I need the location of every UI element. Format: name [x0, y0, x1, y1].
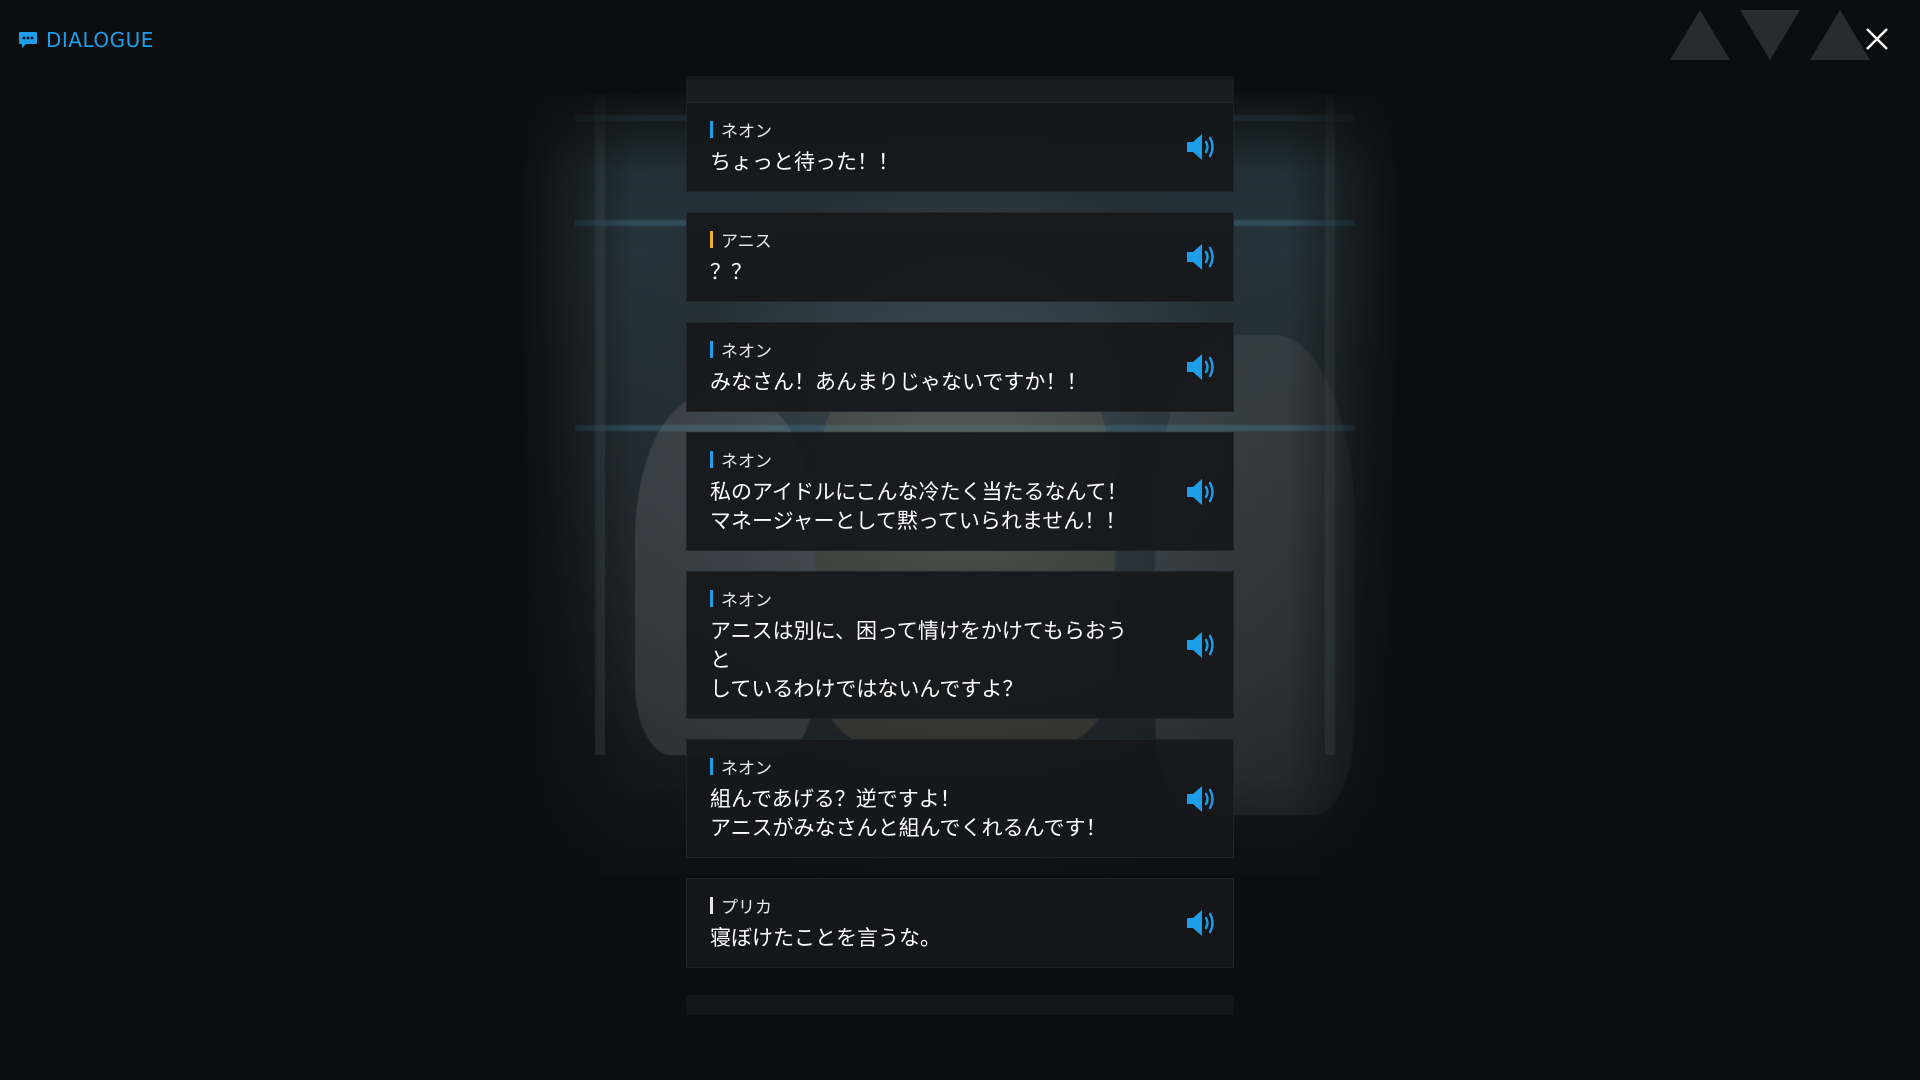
dialogue-title-label: DIALOGUE: [46, 28, 154, 52]
dialogue-text: ちょっと待った！！: [710, 150, 899, 174]
dialogue-card: ネオンみなさん！あんまりじゃないですか！！: [686, 322, 1234, 412]
speaker-color-bar: [710, 757, 713, 775]
speaker-color-bar: [710, 230, 713, 248]
speaker-color-bar: [710, 896, 713, 914]
play-voice-button[interactable]: [1185, 906, 1221, 940]
speaker-name: ネオン: [710, 117, 1143, 142]
dialogue-card: アニス ？？: [686, 212, 1234, 302]
play-voice-button[interactable]: [1185, 782, 1221, 816]
dialogue-text: みなさん！あんまりじゃないですか！！: [710, 370, 1088, 394]
speaker-color-bar: [710, 450, 713, 468]
play-voice-button[interactable]: [1185, 240, 1221, 274]
speaker-name-label: ネオン: [721, 758, 772, 779]
speaker-name-label: ネオン: [721, 451, 772, 472]
next-dialogue-card-partial: [686, 995, 1234, 1015]
speaker-color-bar: [710, 120, 713, 138]
play-voice-button[interactable]: [1185, 475, 1221, 509]
speaker-name-label: ネオン: [721, 121, 772, 142]
chat-bubble-icon: [18, 31, 38, 49]
speaker-volume-icon: [1187, 134, 1214, 160]
speaker-color-bar: [710, 340, 713, 358]
header-bar: DIALOGUE: [0, 0, 1920, 82]
speaker-name-label: ネオン: [721, 341, 772, 362]
dialogue-text: アニスは別に、困って情けをかけてもらおうと しているわけではないんですよ？: [710, 619, 1127, 701]
speaker-volume-icon: [1187, 910, 1214, 936]
speaker-name: アニス: [710, 227, 1143, 252]
speaker-name-label: プリカ: [721, 897, 772, 918]
speaker-name: ネオン: [710, 586, 1143, 611]
speaker-volume-icon: [1187, 632, 1214, 658]
dialogue-card: ネオンちょっと待った！！: [686, 102, 1234, 192]
dialogue-list[interactable]: ネオン ちょっと待った！！ アニス？？ ネオン みなさん！あんまりじゃないですか！！ ネオ…: [686, 102, 1234, 988]
dialogue-card: ネオン組んであげる？逆ですよ！ アニスがみなさんと組んでくれるんです！: [686, 739, 1234, 858]
speaker-name: プリカ: [710, 893, 1143, 918]
dialogue-text: 私のアイドルにこんな冷たく当たるなんて！ マネージャーとして黙っていられません！…: [710, 480, 1128, 533]
speaker-volume-icon: [1187, 354, 1214, 380]
dialogue-title: DIALOGUE: [18, 28, 154, 52]
dialogue-card: ネオンアニスは別に、困って情けをかけてもらおうと しているわけではないんですよ？: [686, 571, 1234, 719]
header-decoration: [1670, 10, 1870, 60]
close-icon: [1866, 28, 1888, 50]
speaker-volume-icon: [1187, 478, 1214, 505]
dialogue-text: 寝ぼけたことを言うな。: [710, 926, 941, 950]
dialogue-card: プリカ寝ぼけたことを言うな。: [686, 878, 1234, 968]
play-voice-button[interactable]: [1185, 130, 1221, 164]
play-voice-button[interactable]: [1185, 628, 1221, 662]
speaker-name-label: ネオン: [721, 590, 772, 611]
speaker-name: ネオン: [710, 337, 1143, 362]
speaker-volume-icon: [1187, 785, 1214, 812]
play-voice-button[interactable]: [1185, 350, 1221, 384]
speaker-name-label: アニス: [721, 231, 772, 252]
speaker-volume-icon: [1187, 244, 1214, 270]
close-button[interactable]: [1862, 24, 1892, 54]
speaker-color-bar: [710, 589, 713, 607]
speaker-name: ネオン: [710, 754, 1143, 779]
speaker-name: ネオン: [710, 447, 1143, 472]
dialogue-text: 組んであげる？逆ですよ！ アニスがみなさんと組んでくれるんです！: [710, 787, 1107, 840]
dialogue-card: ネオン私のアイドルにこんな冷たく当たるなんて！ マネージャーとして黙っていられま…: [686, 432, 1234, 551]
dialogue-text: ？？: [710, 260, 752, 284]
